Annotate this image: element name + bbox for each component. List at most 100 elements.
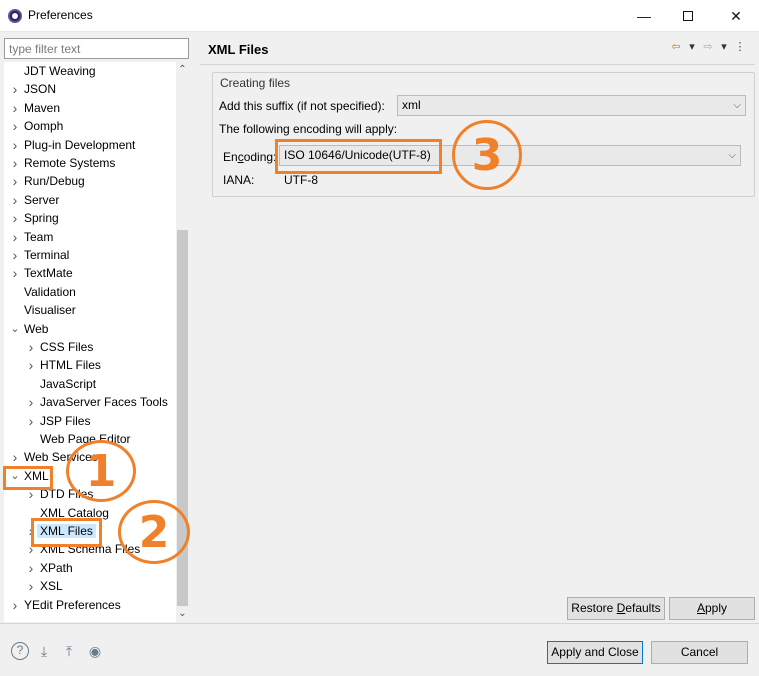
- tree-item-label: JDT Weaving: [24, 64, 96, 78]
- chevron-right-icon[interactable]: ›: [10, 596, 20, 614]
- tree-item-label: CSS Files: [40, 340, 94, 354]
- tree-item-label: Terminal: [24, 248, 70, 262]
- tree-item[interactable]: ⌄ Web: [10, 320, 49, 338]
- tree-item-label: Visualiser: [24, 303, 76, 318]
- tree-item[interactable]: › Run/Debug: [13, 172, 85, 190]
- chevron-down-icon: ⌵: [728, 150, 736, 161]
- page-title: XML Files: [208, 42, 269, 57]
- tree-item-label: YEdit Preferences: [24, 597, 121, 612]
- iana-label: IANA:: [223, 173, 255, 187]
- tree-item-label: JSON: [24, 82, 57, 97]
- tree-item[interactable]: JavaScript: [40, 375, 96, 393]
- scroll-up-icon[interactable]: ⌃: [176, 62, 189, 78]
- chevron-right-icon[interactable]: ›: [10, 117, 20, 135]
- chevron-right-icon[interactable]: ›: [26, 393, 36, 411]
- export-icon[interactable]: ⤒: [60, 642, 78, 660]
- tree-item-label: Remote Systems: [24, 156, 116, 170]
- tree-item[interactable]: › YEdit Preferences: [13, 596, 121, 614]
- apply-button[interactable]: Apply: [669, 597, 755, 620]
- footer-separator: [0, 623, 759, 624]
- iana-value: UTF-8: [284, 173, 318, 187]
- back-icon[interactable]: ⇦: [670, 40, 682, 53]
- tree-item[interactable]: › XPath: [29, 559, 73, 577]
- chevron-right-icon[interactable]: ›: [26, 356, 36, 374]
- view-menu-icon[interactable]: ⋮: [734, 40, 746, 53]
- chevron-down-icon: ⌵: [733, 100, 741, 111]
- chevron-right-icon[interactable]: ›: [26, 412, 36, 430]
- tree-item-label: JavaServer Faces Tools: [40, 395, 168, 410]
- chevron-right-icon[interactable]: ›: [10, 154, 20, 172]
- chevron-right-icon[interactable]: ›: [10, 228, 20, 246]
- step-1-marker: 1: [66, 440, 136, 502]
- back-menu-icon[interactable]: ▾: [686, 40, 698, 53]
- page-nav: ⇦ ▾ ⇨ ▾ ⋮: [670, 40, 746, 53]
- forward-menu-icon[interactable]: ▾: [718, 40, 730, 53]
- tree-item[interactable]: Visualiser: [24, 301, 76, 319]
- chevron-right-icon[interactable]: ›: [10, 264, 20, 282]
- record-icon[interactable]: ◉: [86, 642, 104, 660]
- tree-item[interactable]: › Plug-in Development: [13, 136, 136, 154]
- filter-input[interactable]: [4, 38, 189, 59]
- chevron-right-icon[interactable]: ›: [10, 136, 20, 154]
- chevron-right-icon[interactable]: ›: [26, 338, 36, 356]
- tree-item-label: JSP Files: [40, 413, 91, 428]
- tree-item[interactable]: › Oomph: [13, 117, 64, 135]
- chevron-right-icon[interactable]: ›: [26, 559, 36, 577]
- chevron-right-icon[interactable]: ›: [10, 191, 20, 209]
- chevron-right-icon[interactable]: ›: [10, 448, 20, 466]
- help-icon[interactable]: ?: [11, 642, 29, 660]
- tree-item[interactable]: › CSS Files: [29, 338, 94, 356]
- chevron-right-icon[interactable]: ›: [10, 246, 20, 264]
- tree-item[interactable]: › TextMate: [13, 264, 73, 282]
- tree-item[interactable]: › Terminal: [13, 246, 70, 264]
- tree-item-label: JavaScript: [40, 376, 97, 391]
- tree-item[interactable]: › JSP Files: [29, 412, 91, 430]
- cancel-button[interactable]: Cancel: [651, 641, 748, 664]
- tree-item-label: Run/Debug: [24, 174, 85, 189]
- chevron-right-icon[interactable]: ›: [10, 99, 20, 117]
- close-button[interactable]: ✕: [713, 0, 759, 32]
- tree-item[interactable]: › HTML Files: [29, 356, 101, 374]
- tree-item[interactable]: › Spring: [13, 209, 59, 227]
- tree-item[interactable]: › JSON: [13, 80, 57, 98]
- maximize-icon: [683, 11, 693, 21]
- tree-item-label: XSL: [40, 579, 63, 594]
- chevron-right-icon[interactable]: ›: [10, 80, 20, 98]
- tree-item[interactable]: › Server: [13, 191, 60, 209]
- tree-item-label: Web: [24, 321, 49, 336]
- step-3-marker: 3: [452, 120, 522, 190]
- minimize-button[interactable]: —: [621, 0, 667, 32]
- chevron-right-icon[interactable]: ›: [10, 172, 20, 190]
- tree-item-label: Validation: [24, 284, 76, 299]
- suffix-combo[interactable]: xml ⌵: [397, 95, 746, 116]
- tree-item-label: XPath: [40, 560, 73, 575]
- encoding-label: Encoding:: [223, 150, 277, 164]
- eclipse-icon: [8, 9, 22, 23]
- suffix-label: Add this suffix (if not specified):: [219, 99, 385, 113]
- tree-item[interactable]: Validation: [24, 283, 76, 301]
- tree-item[interactable]: › Team: [13, 228, 54, 246]
- tree-item[interactable]: › Remote Systems: [13, 154, 116, 172]
- chevron-right-icon[interactable]: ›: [10, 209, 20, 227]
- tree-item[interactable]: › Maven: [13, 99, 60, 117]
- chevron-right-icon[interactable]: ›: [26, 577, 36, 595]
- suffix-value: xml: [402, 98, 421, 112]
- highlight-xml: [3, 466, 53, 490]
- import-icon[interactable]: ⤓: [35, 642, 53, 660]
- tree-item-label: Spring: [24, 211, 59, 226]
- title-bar: Preferences — ✕: [0, 0, 759, 32]
- tree-item[interactable]: › JavaServer Faces Tools: [29, 393, 168, 411]
- chevron-down-icon[interactable]: ⌄: [10, 320, 20, 338]
- highlight-xml-files: [31, 518, 102, 547]
- tree-item[interactable]: › XSL: [29, 577, 63, 595]
- restore-defaults-button[interactable]: Restore Defaults: [567, 597, 665, 620]
- scroll-down-icon[interactable]: ⌄: [176, 606, 189, 622]
- highlight-encoding: [275, 139, 442, 174]
- window-title: Preferences: [28, 8, 93, 22]
- forward-icon[interactable]: ⇨: [702, 40, 714, 53]
- encoding-note: The following encoding will apply:: [219, 122, 398, 136]
- apply-and-close-button[interactable]: Apply and Close: [547, 641, 643, 664]
- maximize-button[interactable]: [665, 0, 711, 32]
- tree-item[interactable]: JDT Weaving: [24, 62, 96, 80]
- tree-item-label: HTML Files: [40, 358, 101, 373]
